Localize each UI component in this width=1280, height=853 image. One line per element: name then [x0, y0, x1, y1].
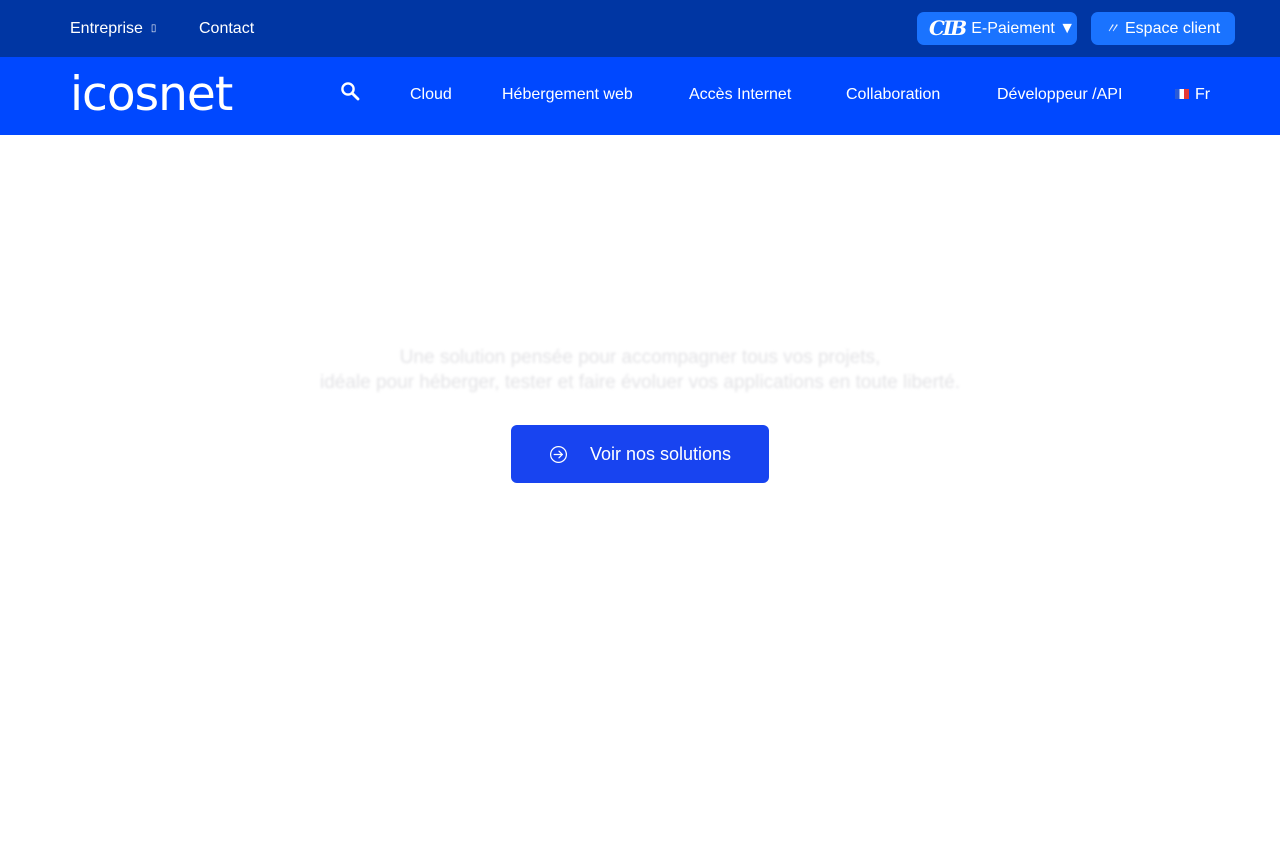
- hero-line-1: Une solution pensée pour accompagner tou…: [399, 347, 881, 368]
- entreprise-label: Entreprise: [70, 20, 143, 37]
- main-nav: icosnet Cloud Hébergement web Accès Inte…: [0, 57, 1280, 135]
- language-label: Fr: [1195, 86, 1211, 103]
- language-selector[interactable]: Fr: [1175, 57, 1210, 135]
- cib-logo-icon: CIB: [929, 16, 967, 40]
- nav-item-collaboration[interactable]: Collaboration: [846, 57, 940, 135]
- nav-item-web-hosting[interactable]: Hébergement web: [502, 57, 633, 135]
- icosnet-logo[interactable]: icosnet: [70, 65, 233, 125]
- entreprise-menu[interactable]: Entreprise ▯: [70, 0, 156, 57]
- user-icon: 〃: [1105, 20, 1119, 36]
- search-icon[interactable]: [340, 81, 360, 101]
- nav-item-developer-api[interactable]: Développeur /API: [997, 57, 1122, 135]
- top-bar: Entreprise ▯ Contact CIB E-Paiement ▼ 〃 E…: [0, 0, 1280, 57]
- client-space-label: Espace client: [1125, 20, 1221, 37]
- flag-fr-icon: [1175, 88, 1189, 99]
- hero-description: Une solution pensée pour accompagner tou…: [0, 345, 1280, 395]
- nav-item-internet-access[interactable]: Accès Internet: [689, 57, 791, 135]
- view-solutions-label: Voir nos solutions: [589, 443, 732, 464]
- nav-item-cloud[interactable]: Cloud: [410, 57, 452, 135]
- entreprise-caret-icon: ▯: [150, 23, 157, 35]
- arrow-circle-right-icon: [549, 445, 567, 463]
- e-payment-button[interactable]: CIB E-Paiement ▼: [917, 12, 1077, 45]
- client-space-button[interactable]: 〃 Espace client: [1091, 12, 1235, 45]
- e-payment-label: E-Paiement ▼: [971, 20, 1076, 37]
- view-solutions-button[interactable]: Voir nos solutions: [511, 425, 769, 483]
- hero-line-2: idéale pour héberger, tester et faire év…: [319, 372, 961, 393]
- contact-link[interactable]: Contact: [199, 0, 254, 57]
